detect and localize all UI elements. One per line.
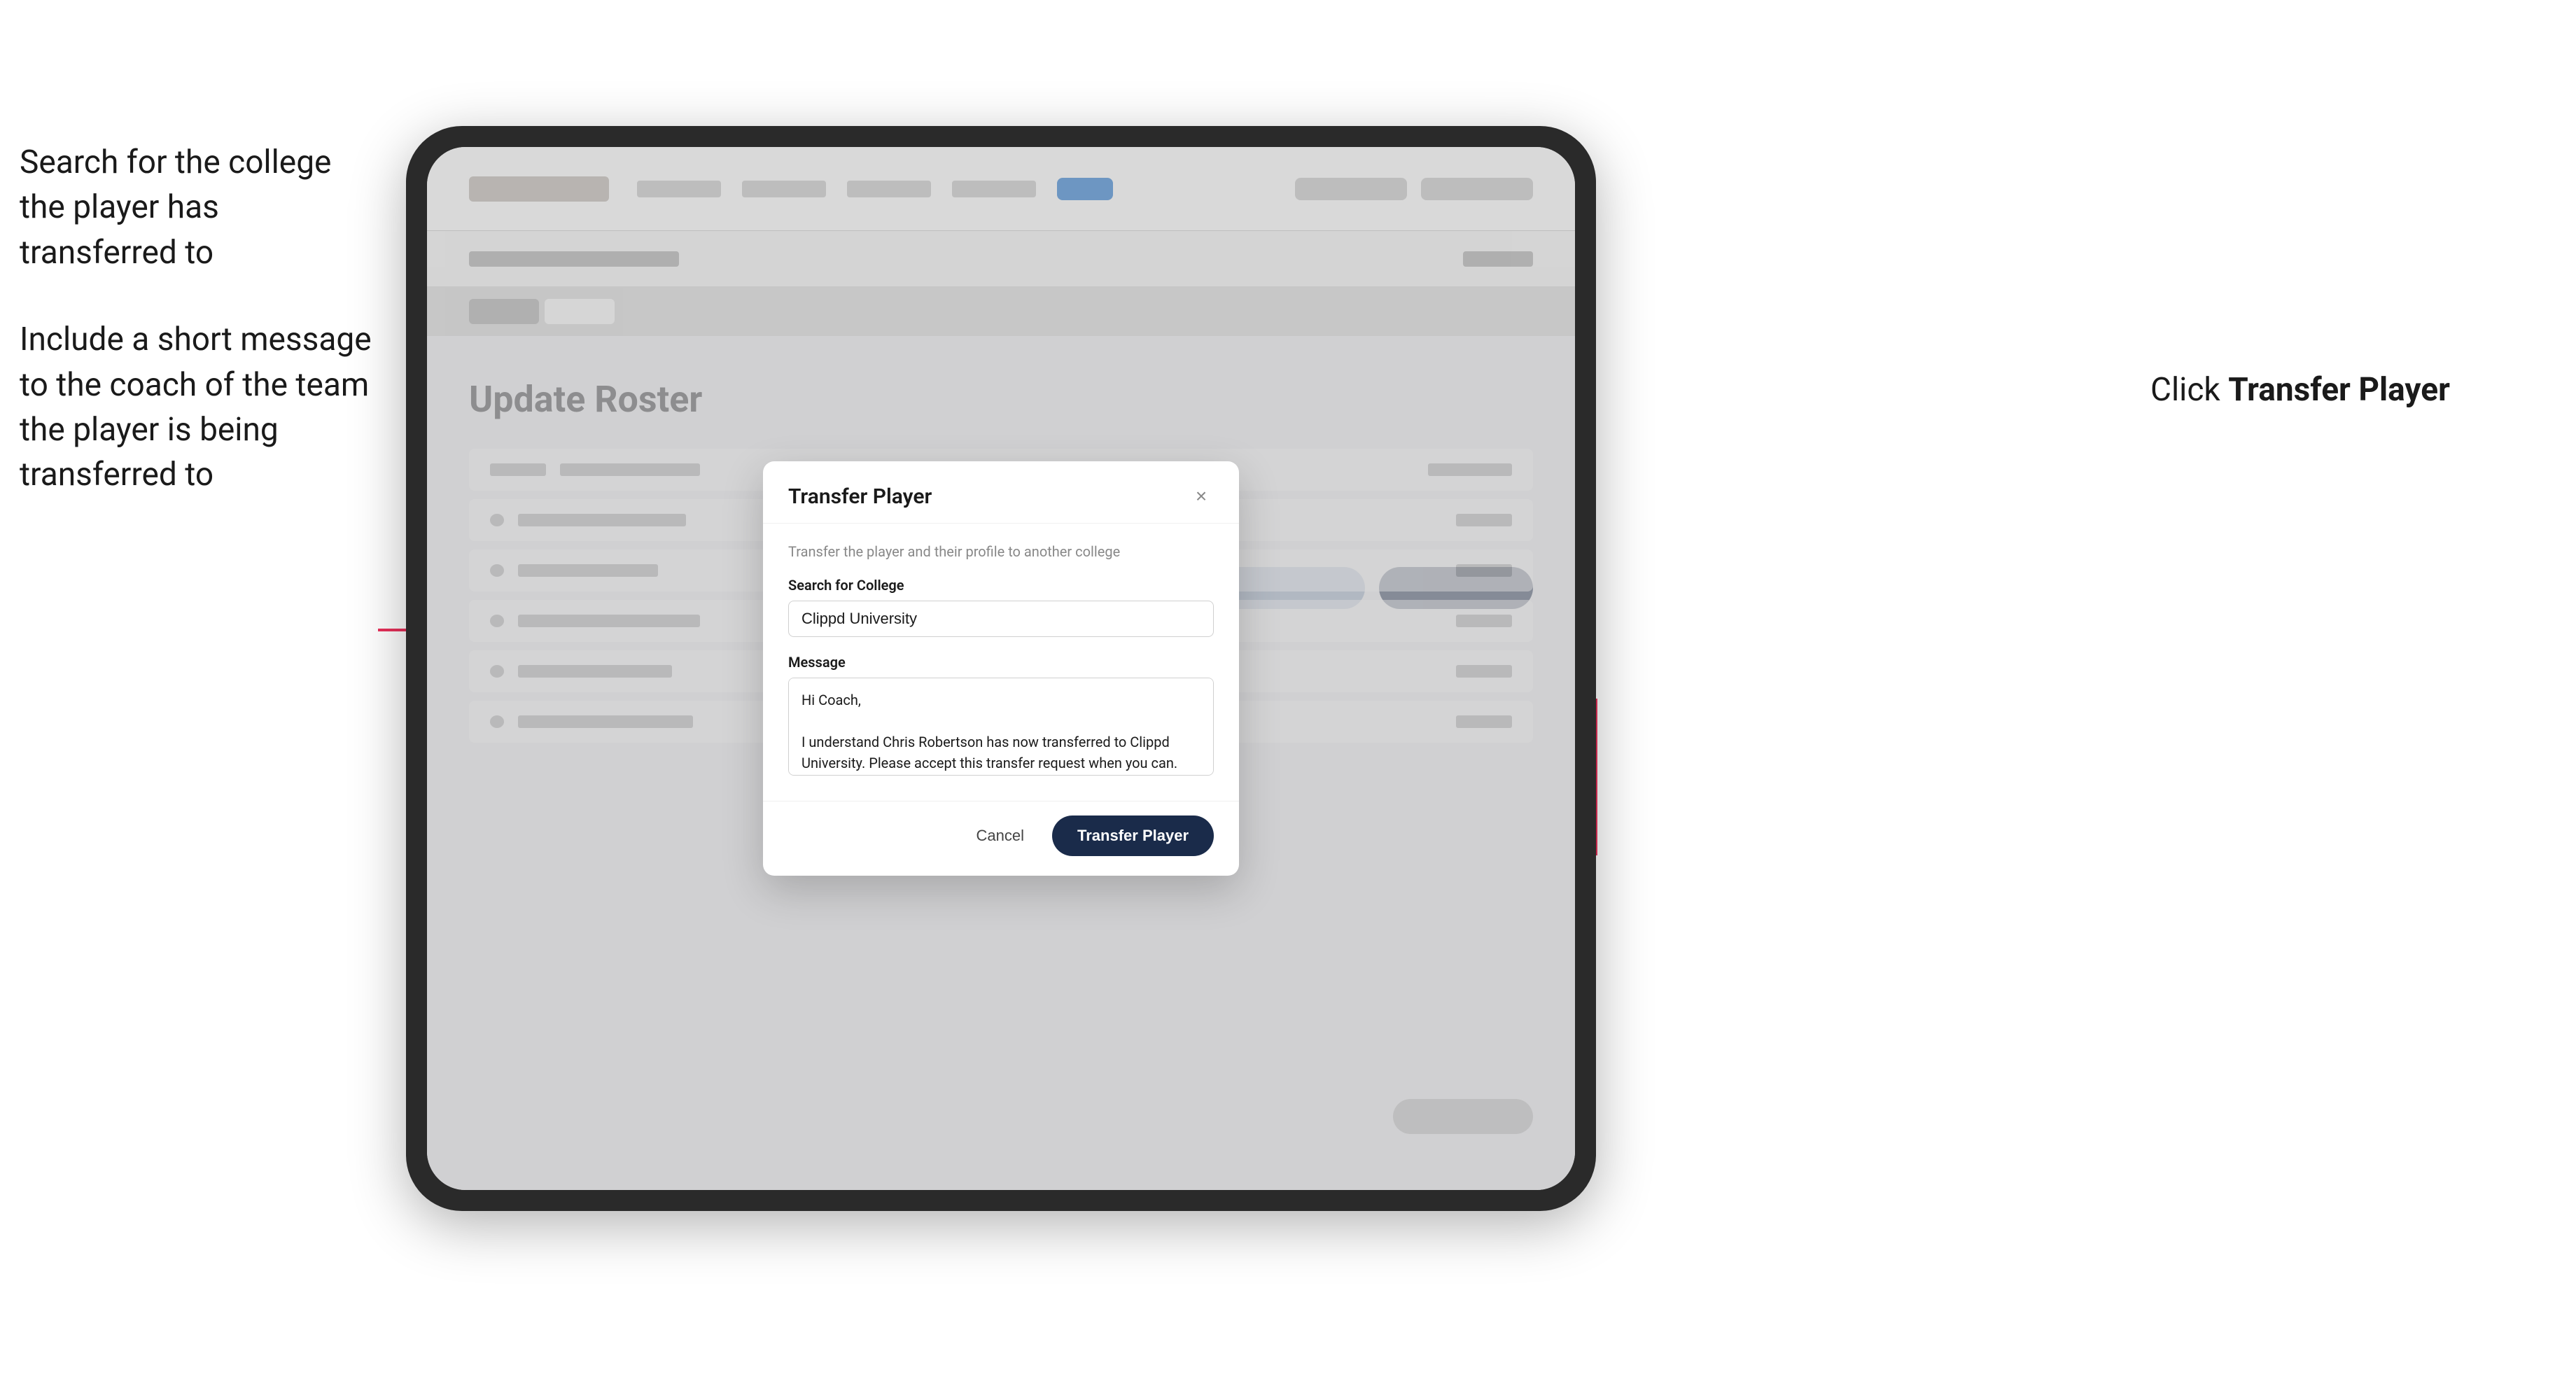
transfer-dialog: Transfer Player × Transfer the player an… <box>763 461 1239 876</box>
cancel-button[interactable]: Cancel <box>962 818 1038 853</box>
annotation-right: Click Transfer Player <box>2150 371 2450 409</box>
message-textarea[interactable]: Hi Coach, I understand Chris Robertson h… <box>788 678 1214 776</box>
annotation-search-text: Search for the college the player has tr… <box>20 140 384 275</box>
dialog-body: Transfer the player and their profile to… <box>763 524 1239 801</box>
message-label: Message <box>788 654 1214 671</box>
tablet-frame: Update Roster <box>406 126 1596 1211</box>
dialog-header: Transfer Player × <box>763 461 1239 524</box>
annotation-click-text: Click <box>2150 371 2220 409</box>
annotation-left: Search for the college the player has tr… <box>20 140 384 540</box>
college-label: Search for College <box>788 577 1214 594</box>
annotation-transfer-text: Transfer Player <box>2228 371 2450 409</box>
dialog-title: Transfer Player <box>788 484 932 509</box>
dialog-footer: Cancel Transfer Player <box>763 801 1239 876</box>
dialog-description: Transfer the player and their profile to… <box>788 543 1214 560</box>
modal-overlay: Transfer Player × Transfer the player an… <box>427 147 1575 1190</box>
annotation-message-text: Include a short message to the coach of … <box>20 317 384 498</box>
transfer-player-button[interactable]: Transfer Player <box>1052 816 1214 856</box>
tablet-screen: Update Roster <box>427 147 1575 1190</box>
college-search-input[interactable] <box>788 601 1214 637</box>
dialog-close-button[interactable]: × <box>1189 484 1214 509</box>
